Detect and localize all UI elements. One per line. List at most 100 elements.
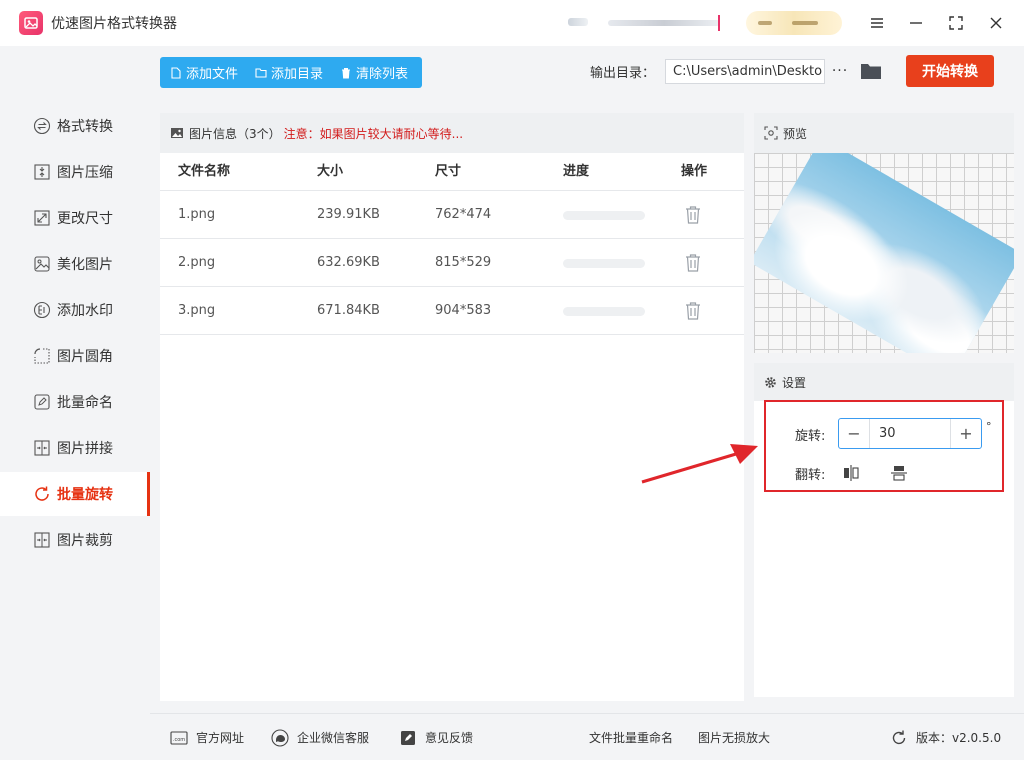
add-file-button[interactable]: 添加文件 bbox=[160, 57, 245, 88]
app-title: 优速图片格式转换器 bbox=[51, 16, 177, 32]
preview-icon bbox=[764, 126, 778, 140]
col-dims-header: 尺寸 bbox=[435, 164, 462, 179]
website-icon: .com bbox=[170, 730, 188, 745]
website-label: 官方网址 bbox=[196, 731, 245, 745]
sidebar-item-compress[interactable]: 图片压缩 bbox=[0, 150, 150, 194]
sidebar-item-beautify[interactable]: 美化图片 bbox=[0, 242, 150, 286]
clear-list-button[interactable]: 清除列表 bbox=[330, 57, 415, 88]
rotate-angle-stepper[interactable]: − 30 + bbox=[838, 418, 982, 449]
preview-canvas bbox=[754, 153, 1014, 353]
table-row[interactable]: 3.png 671.84KB 904*583 bbox=[160, 287, 744, 335]
version-label: 版本：v2.0.5.0 bbox=[916, 731, 1002, 745]
sidebar-item-label: 格式转换 bbox=[57, 119, 113, 135]
output-directory-label: 输出目录： bbox=[590, 66, 656, 81]
close-icon[interactable] bbox=[985, 12, 1007, 34]
file-dims: 762*474 bbox=[435, 207, 492, 222]
beautify-icon bbox=[33, 255, 51, 273]
image-icon bbox=[171, 128, 183, 138]
trash-small-icon bbox=[342, 67, 351, 78]
sidebar-item-label: 美化图片 bbox=[57, 257, 113, 273]
menu-icon[interactable] bbox=[866, 12, 888, 34]
more-options-button[interactable]: ··· bbox=[832, 60, 848, 82]
file-name: 3.png bbox=[178, 303, 216, 318]
wechat-support-link[interactable]: 企业微信客服 bbox=[271, 714, 369, 760]
add-directory-button[interactable]: 添加目录 bbox=[245, 57, 330, 88]
file-dims: 815*529 bbox=[435, 255, 492, 270]
sidebar-item-label: 批量命名 bbox=[57, 395, 113, 411]
feedback-icon bbox=[401, 730, 415, 745]
website-link[interactable]: .com 官方网址 bbox=[170, 714, 244, 760]
col-size-header: 大小 bbox=[317, 164, 344, 179]
flip-horizontal-icon[interactable] bbox=[842, 464, 860, 482]
settings-panel: 设置 旋转: − 30 + ° 翻转: bbox=[754, 363, 1014, 697]
file-list-panel: 图片信息（3个） 注意：如果图片较大请耐心等待... 文件名称 大小 尺寸 进度… bbox=[160, 113, 744, 701]
crop-icon bbox=[33, 531, 51, 549]
sidebar-item-stitch[interactable]: 图片拼接 bbox=[0, 426, 150, 470]
flip-label: 翻转: bbox=[795, 468, 826, 483]
rotate-label: 旋转: bbox=[795, 429, 826, 444]
stitch-icon bbox=[33, 439, 51, 457]
delete-icon[interactable] bbox=[684, 301, 702, 321]
file-size: 671.84KB bbox=[317, 303, 380, 318]
decrement-button[interactable]: − bbox=[839, 419, 870, 448]
sidebar-item-round-corner[interactable]: 图片圆角 bbox=[0, 334, 150, 378]
table-row[interactable]: 1.png 239.91KB 762*474 bbox=[160, 191, 744, 239]
maximize-icon[interactable] bbox=[945, 12, 967, 34]
increment-button[interactable]: + bbox=[950, 419, 981, 448]
wechat-icon bbox=[271, 728, 289, 747]
col-progress-header: 进度 bbox=[563, 164, 590, 179]
progress-bar bbox=[563, 211, 645, 220]
file-size: 239.91KB bbox=[317, 207, 380, 222]
start-convert-button[interactable]: 开始转换 bbox=[906, 55, 994, 87]
sidebar-item-batch-rotate[interactable]: 批量旋转 bbox=[0, 472, 150, 516]
sidebar-item-label: 更改尺寸 bbox=[57, 211, 113, 227]
file-panel-header: 图片信息（3个） 注意：如果图片较大请耐心等待... bbox=[160, 113, 744, 153]
progress-bar bbox=[563, 307, 645, 316]
flip-vertical-icon[interactable] bbox=[890, 464, 908, 482]
settings-header: 设置 bbox=[754, 363, 1014, 401]
sidebar-item-format-convert[interactable]: 格式转换 bbox=[0, 104, 150, 148]
file-icon bbox=[171, 66, 181, 79]
batch-rename-link[interactable]: 文件批量重命名 bbox=[589, 714, 673, 760]
title-bar: 优速图片格式转换器 bbox=[0, 0, 1024, 46]
delete-icon[interactable] bbox=[684, 253, 702, 273]
wechat-label: 企业微信客服 bbox=[297, 731, 370, 745]
sidebar-item-resize[interactable]: 更改尺寸 bbox=[0, 196, 150, 240]
table-row[interactable]: 2.png 632.69KB 815*529 bbox=[160, 239, 744, 287]
sidebar-item-label: 图片圆角 bbox=[57, 349, 113, 365]
rotate-angle-value[interactable]: 30 bbox=[879, 419, 896, 448]
add-directory-label: 添加目录 bbox=[271, 67, 324, 82]
lossless-upscale-label: 图片无损放大 bbox=[698, 731, 771, 745]
feedback-label: 意见反馈 bbox=[425, 731, 474, 745]
sidebar-item-watermark[interactable]: 添加水印 bbox=[0, 288, 150, 332]
batch-rename-label: 文件批量重命名 bbox=[589, 731, 674, 745]
sidebar-item-label: 图片裁剪 bbox=[57, 533, 113, 549]
sidebar-item-batch-rename[interactable]: 批量命名 bbox=[0, 380, 150, 424]
file-button-group: 添加文件 添加目录 清除列表 bbox=[160, 57, 422, 88]
minimize-icon[interactable] bbox=[905, 12, 927, 34]
folder-icon[interactable] bbox=[860, 61, 882, 81]
delete-icon[interactable] bbox=[684, 205, 702, 225]
sidebar: 格式转换 图片压缩 更改尺寸 美化图片 添加水印 图片圆角 批量命名 图片拼接 … bbox=[0, 46, 150, 760]
feedback-link[interactable]: 意见反馈 bbox=[399, 714, 473, 760]
user-account-area[interactable] bbox=[568, 12, 728, 34]
file-name: 1.png bbox=[178, 207, 216, 222]
sidebar-item-label: 批量旋转 bbox=[57, 487, 113, 503]
sidebar-item-crop[interactable]: 图片裁剪 bbox=[0, 518, 150, 562]
app-logo-icon bbox=[19, 11, 43, 35]
lossless-upscale-link[interactable]: 图片无损放大 bbox=[698, 714, 770, 760]
settings-title: 设置 bbox=[782, 375, 807, 390]
convert-icon bbox=[33, 117, 51, 135]
output-directory-input[interactable]: C:\Users\admin\Deskto bbox=[665, 59, 825, 84]
col-action-header: 操作 bbox=[681, 164, 708, 179]
folder-outline-icon bbox=[255, 67, 267, 78]
watermark-icon bbox=[33, 301, 51, 319]
preview-panel: 预览 bbox=[754, 113, 1014, 353]
file-size: 632.69KB bbox=[317, 255, 380, 270]
compress-icon bbox=[33, 163, 51, 181]
vip-badge[interactable] bbox=[746, 11, 842, 35]
version-info[interactable]: 版本：v2.0.5.0 bbox=[890, 714, 1001, 760]
round-corner-icon bbox=[33, 347, 51, 365]
col-name-header: 文件名称 bbox=[178, 164, 231, 179]
file-panel-title: 图片信息（3个） bbox=[189, 126, 281, 141]
